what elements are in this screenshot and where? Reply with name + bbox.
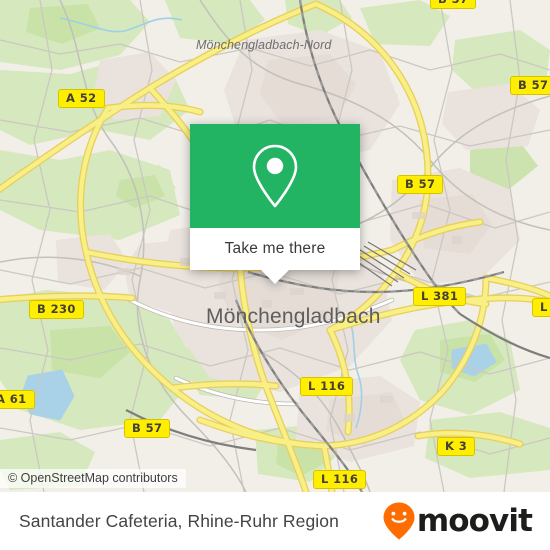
road-shield: B 230 [29,300,84,319]
page-title: Santander Cafeteria, Rhine-Ruhr Region [19,510,339,531]
moovit-wordmark: moovit [416,502,533,539]
road-shield: L 116 [313,470,367,489]
take-me-there-label: Take me there [224,240,326,257]
footer-bar: Santander Cafeteria, Rhine-Ruhr Region m… [0,492,550,550]
road-shield: L 381 [413,287,467,306]
popup-icon-area [190,124,360,228]
road-shield: A 61 [0,390,35,409]
moovit-map-page: A 52 B 57 B 57 B 230 L 381 A 61 L 116 B … [0,0,550,550]
road-shield: A 52 [58,89,105,108]
map-canvas[interactable]: A 52 B 57 B 57 B 230 L 381 A 61 L 116 B … [0,0,550,492]
take-me-there-button[interactable]: Take me there [190,228,360,270]
road-shield: L 116 [300,377,354,396]
road-shield: B 57 [124,419,171,438]
place-label-suburb: Mönchengladbach-Nord [196,38,332,52]
road-shield: L 116 [532,298,550,317]
road-shield: K 3 [437,437,476,456]
moovit-logo[interactable]: moovit [382,501,533,541]
road-shield: B 57 [430,0,477,9]
map-pin-icon [252,144,298,208]
road-shield: B 57 [510,76,550,95]
popup-pointer [261,270,289,284]
osm-attribution[interactable]: © OpenStreetMap contributors [0,469,186,488]
location-popup-card[interactable]: Take me there [190,124,360,284]
road-shield: B 57 [397,175,444,194]
moovit-smiley-pin-icon [383,502,415,540]
place-label-city: Mönchengladbach [206,305,381,328]
